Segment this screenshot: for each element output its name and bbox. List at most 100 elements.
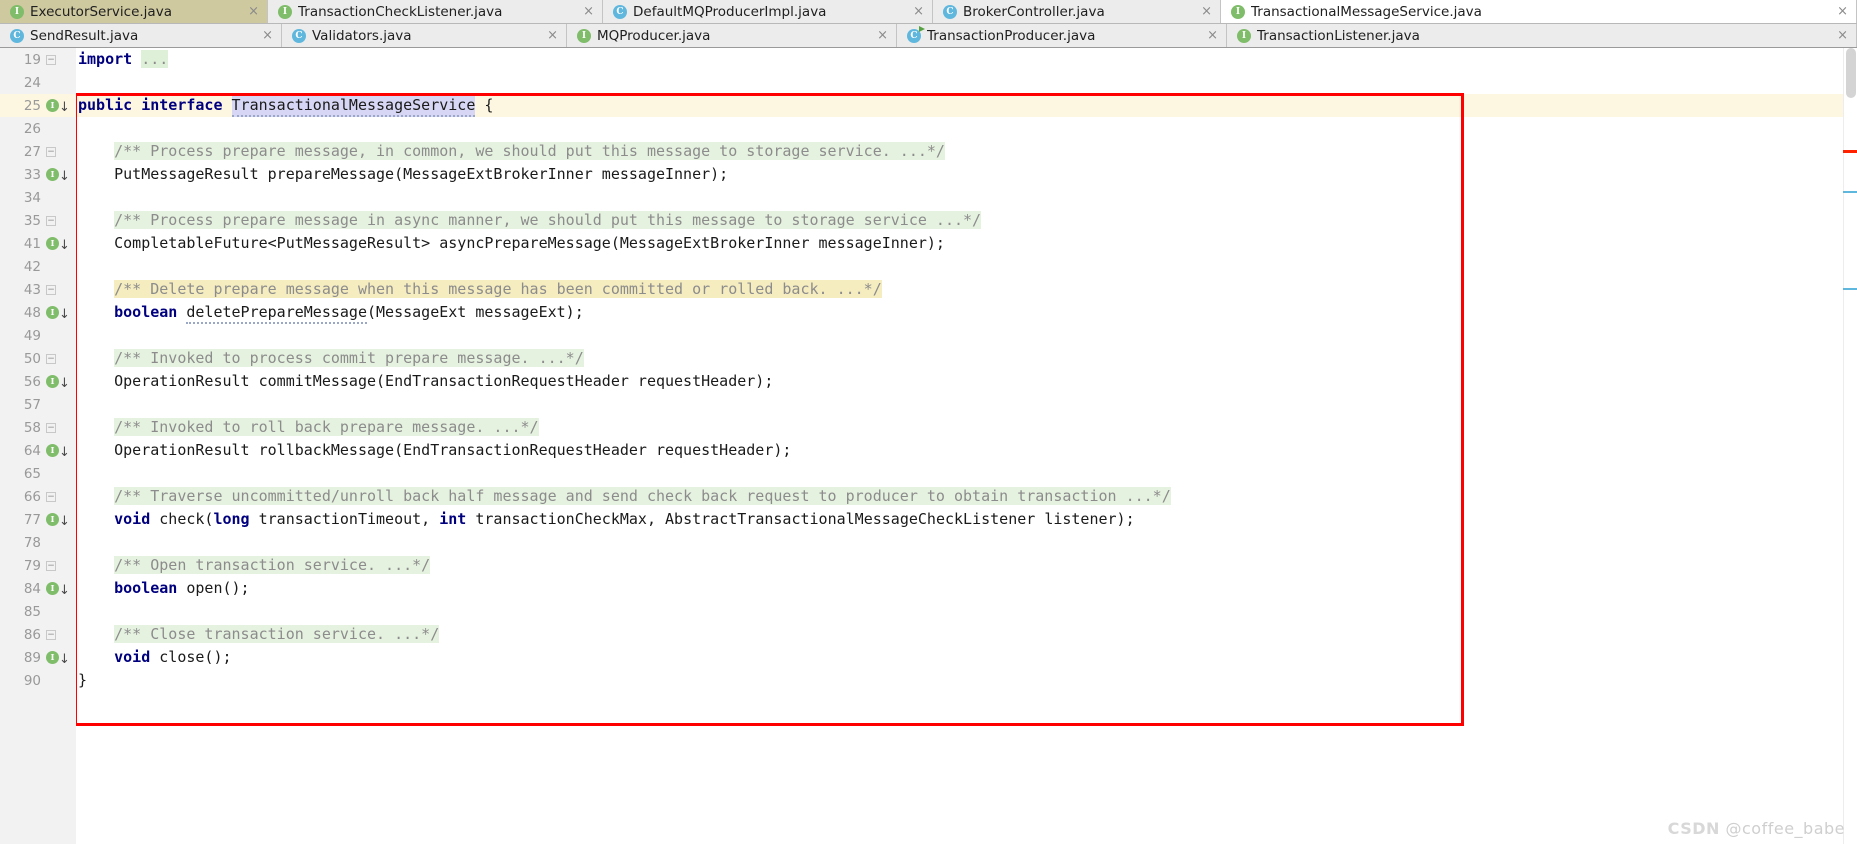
tab-executorservice-java[interactable]: I ExecutorService.java × [0,0,268,23]
gutter-marker-slot[interactable]: I ↓ [41,94,71,117]
tab-close-icon[interactable]: × [1195,5,1212,18]
gutter-row[interactable]: 24 [0,71,75,94]
gutter-marker-slot[interactable] [41,117,71,140]
gutter-marker-slot[interactable] [41,462,71,485]
gutter-row[interactable]: 77 I ↓ [0,508,75,531]
gutter-row[interactable]: 49 [0,324,75,347]
gutter-marker-slot[interactable]: − [41,140,71,163]
code-line-26[interactable] [76,117,1857,140]
editor-marker-scrollbar[interactable] [1843,48,1857,844]
implementation-arrow-icon[interactable]: ↓ [59,308,70,321]
tab-transactionchecklistener-java[interactable]: I TransactionCheckListener.java × [268,0,603,23]
code-line-90[interactable]: } [76,669,1857,692]
code-fold-icon[interactable]: − [46,353,56,364]
implemented-method-icon[interactable]: I [46,99,59,112]
gutter-row[interactable]: 33 I ↓ [0,163,75,186]
code-content-area[interactable]: import ... public interface Transactiona… [76,48,1857,844]
gutter-row[interactable]: 42 [0,255,75,278]
tab-close-icon[interactable]: × [1831,5,1848,18]
gutter-marker-slot[interactable] [41,600,71,623]
tab-mqproducer-java[interactable]: I MQProducer.java × [567,24,897,47]
gutter-marker-slot[interactable]: − [41,554,71,577]
implemented-method-icon[interactable]: I [46,513,59,526]
implementation-arrow-icon[interactable]: ↓ [59,239,70,252]
gutter-row[interactable]: 89 I ↓ [0,646,75,669]
implementation-arrow-icon[interactable]: ↓ [59,101,70,114]
gutter-marker-slot[interactable]: − [41,209,71,232]
code-line-34[interactable] [76,186,1857,209]
gutter-row[interactable]: 65 [0,462,75,485]
code-line-33[interactable]: PutMessageResult prepareMessage(MessageE… [76,163,1857,186]
implementation-arrow-icon[interactable]: ↓ [59,584,70,597]
editor-tab-bar-row-1[interactable]: I ExecutorService.java × I TransactionCh… [0,0,1857,24]
gutter-marker-slot[interactable] [41,669,71,692]
gutter-row[interactable]: 26 [0,117,75,140]
gutter-row[interactable]: 56 I ↓ [0,370,75,393]
tab-close-icon[interactable]: × [1201,29,1218,42]
code-line-27[interactable]: /** Process prepare message, in common, … [76,140,1857,163]
gutter-marker-slot[interactable]: − [41,347,71,370]
tab-validators-java[interactable]: C Validators.java × [282,24,567,47]
scrollbar-thumb[interactable] [1846,48,1856,98]
gutter-row[interactable]: 58− [0,416,75,439]
tab-defaultmqproducerimpl-java[interactable]: C DefaultMQProducerImpl.java × [603,0,933,23]
code-line-86[interactable]: /** Close transaction service. ...*/ [76,623,1857,646]
code-line-42[interactable] [76,255,1857,278]
gutter-row[interactable]: 79− [0,554,75,577]
code-fold-icon[interactable]: − [46,560,56,571]
gutter-row[interactable]: 34 [0,186,75,209]
implemented-method-icon[interactable]: I [46,237,59,250]
code-line-25[interactable]: public interface TransactionalMessageSer… [76,94,1857,117]
code-line-43[interactable]: /** Delete prepare message when this mes… [76,278,1857,301]
tab-close-icon[interactable]: × [871,29,888,42]
gutter-row[interactable]: 19− [0,48,75,71]
implementation-arrow-icon[interactable]: ↓ [59,170,70,183]
gutter-row[interactable]: 41 I ↓ [0,232,75,255]
implementation-arrow-icon[interactable]: ↓ [59,377,70,390]
gutter-row[interactable]: 35− [0,209,75,232]
gutter-marker-slot[interactable] [41,324,71,347]
implemented-method-icon[interactable]: I [46,375,59,388]
code-line-66[interactable]: /** Traverse uncommitted/unroll back hal… [76,485,1857,508]
code-line-58[interactable]: /** Invoked to roll back prepare message… [76,416,1857,439]
code-line-24[interactable] [76,71,1857,94]
implementation-arrow-icon[interactable]: ↓ [59,515,70,528]
code-line-49[interactable] [76,324,1857,347]
code-line-35[interactable]: /** Process prepare message in async man… [76,209,1857,232]
gutter-row[interactable]: 64 I ↓ [0,439,75,462]
code-line-89[interactable]: void close(); [76,646,1857,669]
gutter-row[interactable]: 57 [0,393,75,416]
tab-sendresult-java[interactable]: C SendResult.java × [0,24,282,47]
tab-transactionlistener-java[interactable]: I TransactionListener.java × [1227,24,1857,47]
tab-transactionproducer-java[interactable]: C TransactionProducer.java × [897,24,1227,47]
gutter-row[interactable]: 78 [0,531,75,554]
code-fold-icon[interactable]: − [46,284,56,295]
code-line-41[interactable]: CompletableFuture<PutMessageResult> asyn… [76,232,1857,255]
gutter-marker-slot[interactable]: − [41,623,71,646]
code-line-50[interactable]: /** Invoked to process commit prepare me… [76,347,1857,370]
code-line-84[interactable]: boolean open(); [76,577,1857,600]
code-fold-icon[interactable]: − [46,491,56,502]
code-fold-icon[interactable]: − [46,422,56,433]
tab-transactionalmessageservice-java[interactable]: I TransactionalMessageService.java × [1221,0,1857,23]
implemented-method-icon[interactable]: I [46,306,59,319]
code-fold-icon[interactable]: − [46,215,56,226]
gutter-row[interactable]: 48 I ↓ [0,301,75,324]
code-line-56[interactable]: OperationResult commitMessage(EndTransac… [76,370,1857,393]
code-fold-icon[interactable]: − [46,629,56,640]
code-line-78[interactable] [76,531,1857,554]
gutter-marker-slot[interactable]: I ↓ [41,232,71,255]
code-line-65[interactable] [76,462,1857,485]
gutter-marker-slot[interactable] [41,531,71,554]
gutter-marker-slot[interactable] [41,255,71,278]
change-marker[interactable] [1843,288,1857,290]
tab-close-icon[interactable]: × [1831,29,1848,42]
gutter-marker-slot[interactable]: I ↓ [41,508,71,531]
gutter-row[interactable]: 25 I ↓ [0,94,75,117]
gutter-marker-slot[interactable]: I ↓ [41,370,71,393]
tab-brokercontroller-java[interactable]: C BrokerController.java × [933,0,1221,23]
implemented-method-icon[interactable]: I [46,651,59,664]
tab-close-icon[interactable]: × [541,29,558,42]
code-line-19[interactable]: import ... [76,48,1857,71]
implementation-arrow-icon[interactable]: ↓ [59,446,70,459]
